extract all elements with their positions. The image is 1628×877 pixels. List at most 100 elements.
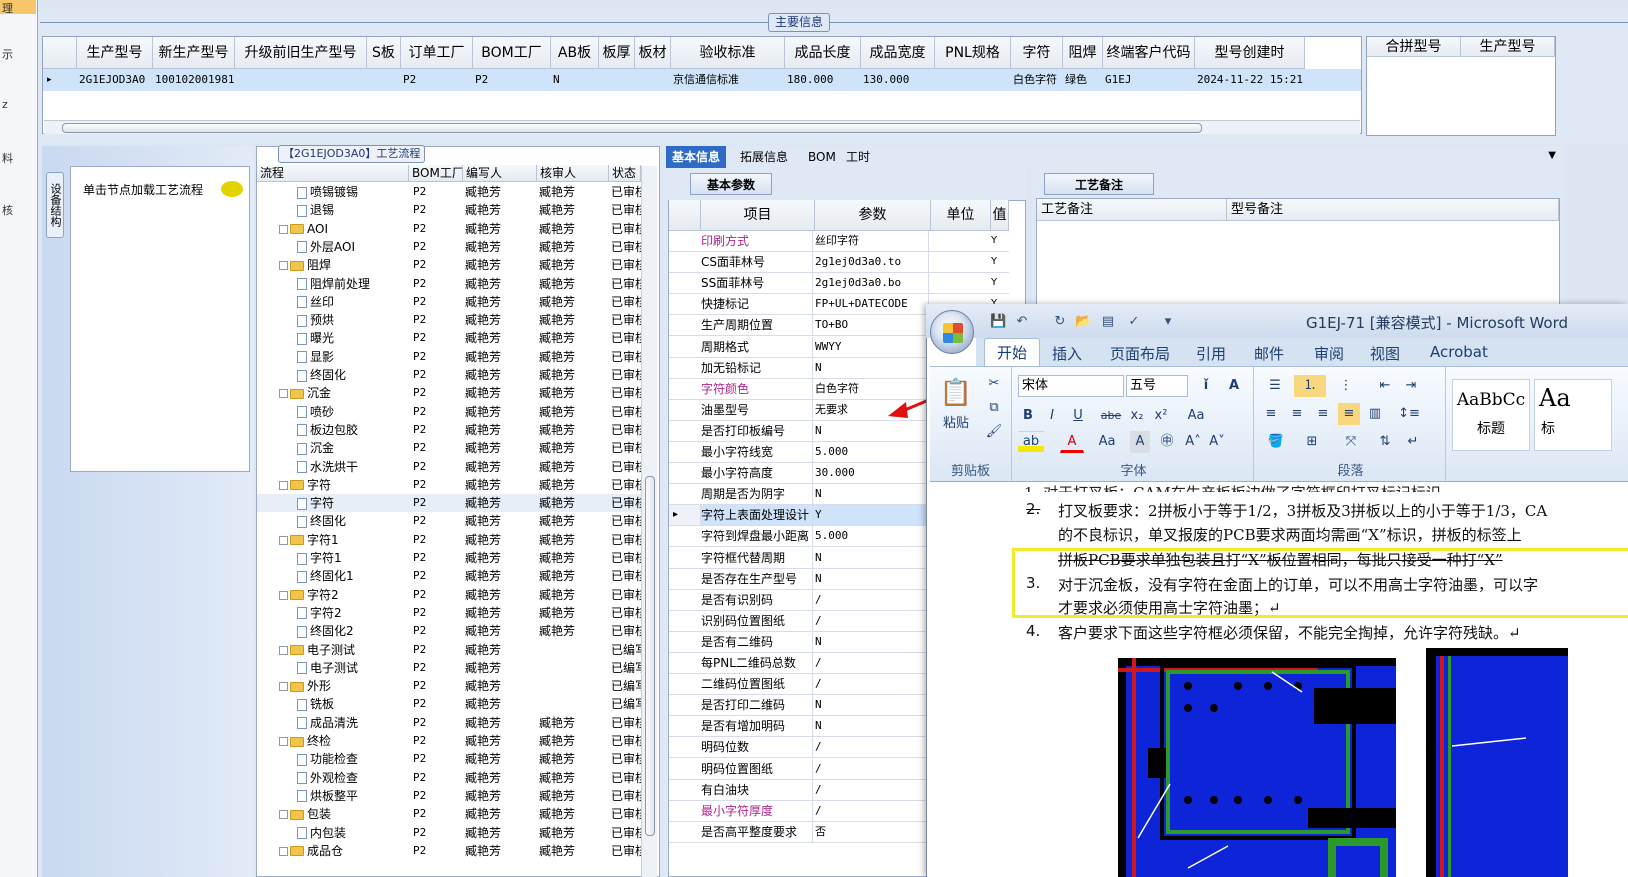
tree-row[interactable]: −包装P2臧艳芳臧艳芳已审核 [257, 805, 650, 823]
param-v[interactable]: N [815, 568, 929, 589]
tree-row[interactable]: −字符P2臧艳芳臧艳芳已审核 [257, 476, 650, 494]
tree-header-status[interactable]: 状态 [609, 165, 641, 182]
change-case-icon-2[interactable]: Aa [1094, 431, 1120, 453]
param-v[interactable]: TO+BO [815, 315, 929, 336]
ribbon-tab-insert[interactable]: 插入 [1052, 343, 1082, 364]
tree-row[interactable]: 沉金 P2 臧艳芳 臧艳芳 已审核 [257, 439, 650, 457]
tree-row[interactable]: 外观检查 P2 臧艳芳 臧艳芳 已审核 [257, 769, 650, 787]
tree-row[interactable]: −终检P2臧艳芳臧艳芳已审核 [257, 732, 650, 750]
tree-row[interactable]: 终固化 P2 臧艳芳 臧艳芳 已审核 [257, 366, 650, 384]
print-preview-icon[interactable]: ▤ [1100, 314, 1116, 330]
grid-cell[interactable]: 2G1EJOD3A0 [77, 69, 153, 91]
highlight-icon[interactable]: ab [1018, 431, 1044, 453]
italic-icon[interactable]: I [1042, 405, 1062, 427]
collapse-icon[interactable]: − [279, 590, 288, 600]
style-heading[interactable]: Aa 标 [1534, 379, 1612, 451]
tree-row[interactable]: 预烘 P2 臧艳芳 臧艳芳 已审核 [257, 311, 650, 329]
params-header-value[interactable]: 值 [991, 200, 1009, 231]
tree-row[interactable]: −字符2P2臧艳芳臧艳芳已审核 [257, 586, 650, 604]
tree-header-reviewer[interactable]: 核审人 [537, 165, 609, 182]
collapse-icon[interactable]: − [279, 810, 288, 820]
tree-row[interactable]: 功能检查 P2 臧艳芳 臧艳芳 已审核 [257, 750, 650, 768]
param-v[interactable]: N [815, 631, 929, 652]
distribute-icon[interactable]: ▥ [1364, 403, 1386, 425]
superscript-icon[interactable]: x² [1150, 405, 1172, 427]
tree-row[interactable]: 字符1 P2 臧艳芳 臧艳芳 已审核 [257, 549, 650, 567]
param-v[interactable]: / [815, 758, 929, 779]
collapse-icon[interactable]: − [279, 480, 288, 490]
tree-row[interactable]: −阻焊P2臧艳芳臧艳芳已审核 [257, 256, 650, 274]
param-row[interactable]: SS面菲林号 2g1ej0d3a0.bo Y [669, 273, 1009, 295]
param-v[interactable]: N [815, 716, 929, 737]
param-v[interactable]: / [815, 653, 929, 673]
grid-header-cell[interactable]: 型号创建时 [1195, 37, 1305, 69]
office-button[interactable] [930, 310, 974, 354]
param-v[interactable]: N [815, 357, 929, 378]
grid-cell[interactable]: N [551, 69, 599, 91]
spellcheck-icon[interactable]: ✓ [1126, 314, 1142, 330]
grid-cell[interactable] [235, 69, 367, 91]
tree-row[interactable]: 曝光 P2 臧艳芳 臧艳芳 已审核 [257, 329, 650, 347]
tree-row[interactable]: 字符2 P2 臧艳芳 臧艳芳 已审核 [257, 604, 650, 622]
grid-cell[interactable]: 绿色 [1063, 69, 1103, 91]
params-header-item[interactable]: 项目 [701, 200, 815, 231]
cut-icon[interactable]: ✂ [984, 373, 1004, 395]
tree-header-bom[interactable]: BOM工厂 [409, 165, 463, 182]
tree-row[interactable]: 烘板整平 P2 臧艳芳 臧艳芳 已审核 [257, 787, 650, 805]
ribbon-tab-acrobat[interactable]: Acrobat [1430, 343, 1488, 361]
grid-cell[interactable]: 白色字符 [1011, 69, 1063, 91]
undo-icon[interactable]: ↶ [1014, 314, 1030, 330]
tree-scrollbar[interactable] [641, 166, 657, 877]
tree-row[interactable]: 板边包胶 P2 臧艳芳 臧艳芳 已审核 [257, 421, 650, 439]
param-v[interactable]: 2g1ej0d3a0.bo [815, 273, 929, 294]
tree-row[interactable]: 终固化 P2 臧艳芳 臧艳芳 已审核 [257, 512, 650, 530]
param-v[interactable]: / [815, 779, 929, 800]
qat-customize-icon[interactable]: ▾ [1160, 314, 1176, 330]
tree-row[interactable]: 成品清洗 P2 臧艳芳 臧艳芳 已审核 [257, 714, 650, 732]
grid-header-cell[interactable]: BOM工厂 [473, 37, 551, 69]
grow-font-icon[interactable]: ǐ [1194, 375, 1218, 397]
collapse-icon[interactable]: − [279, 645, 288, 655]
production-model-header[interactable]: 生产型号 [1461, 37, 1555, 57]
grid-cell[interactable] [935, 69, 1011, 91]
ribbon-tab-review[interactable]: 审阅 [1314, 343, 1344, 364]
tree-row[interactable]: −字符1P2臧艳芳臧艳芳已审核 [257, 531, 650, 549]
params-header-unit[interactable]: 单位 [931, 200, 991, 231]
tree-row[interactable]: 字符 P2 臧艳芳 臧艳芳 已审核 [257, 494, 650, 513]
grid-cell[interactable]: 180.000 [785, 69, 861, 91]
collapse-icon[interactable]: − [279, 682, 288, 692]
tree-row[interactable]: −成品仓P2臧艳芳臧艳芳已审核 [257, 842, 650, 860]
grid-cell[interactable]: P2 [473, 69, 551, 91]
bold-icon[interactable]: B [1018, 405, 1038, 427]
tree-row[interactable]: −沉金P2臧艳芳臧艳芳已审核 [257, 384, 650, 402]
char-shading-icon[interactable]: A [1130, 431, 1150, 453]
param-v[interactable]: 2g1ej0d3a0.to [815, 252, 929, 273]
horizontal-scrollbar[interactable] [44, 120, 1360, 134]
collapse-icon[interactable]: − [279, 535, 288, 545]
clear-format-icon[interactable]: A [1222, 375, 1246, 397]
style-title[interactable]: AaBbCc 标题 [1452, 379, 1530, 451]
left-nav-item[interactable]: 料 [2, 150, 13, 166]
grid-header-cell[interactable]: 板材 [635, 37, 671, 69]
grid-header-cell[interactable]: 生产型号 [77, 37, 153, 69]
grid-header-cell[interactable]: PNL规格 [935, 37, 1011, 69]
save-icon[interactable]: 💾 [990, 314, 1006, 330]
param-v[interactable]: FP+UL+DATECODE [815, 294, 929, 315]
grid-cell[interactable]: 京信通信标准 [671, 69, 785, 91]
param-v[interactable]: N [815, 547, 929, 568]
table-row[interactable]: ▸ 2G1EJOD3A010010200198197P2P2N京信通信标准180… [43, 69, 1361, 91]
collapse-icon[interactable]: − [279, 846, 288, 856]
grid-cell[interactable]: P2 [401, 69, 473, 91]
tree-row[interactable]: 丝印 P2 臧艳芳 臧艳芳 已审核 [257, 293, 650, 311]
collapse-icon[interactable]: − [279, 224, 288, 234]
tree-row[interactable]: −电子测试P2臧艳芳已编写 [257, 641, 650, 659]
grid-cell[interactable]: 130.000 [861, 69, 935, 91]
align-center-icon[interactable]: ≡ [1286, 403, 1308, 425]
grid-header-cell[interactable]: 板厚 [599, 37, 635, 69]
left-nav-item[interactable]: 理 [2, 0, 13, 16]
param-row[interactable]: 印刷方式 丝印字符 Y [669, 231, 1009, 252]
tree-row[interactable]: 终固化2 P2 臧艳芳 臧艳芳 已审核 [257, 622, 650, 640]
justify-icon[interactable]: ≡ [1338, 403, 1360, 425]
tree-row[interactable]: 显影 P2 臧艳芳 臧艳芳 已审核 [257, 348, 650, 366]
underline-icon[interactable]: U [1066, 405, 1090, 427]
